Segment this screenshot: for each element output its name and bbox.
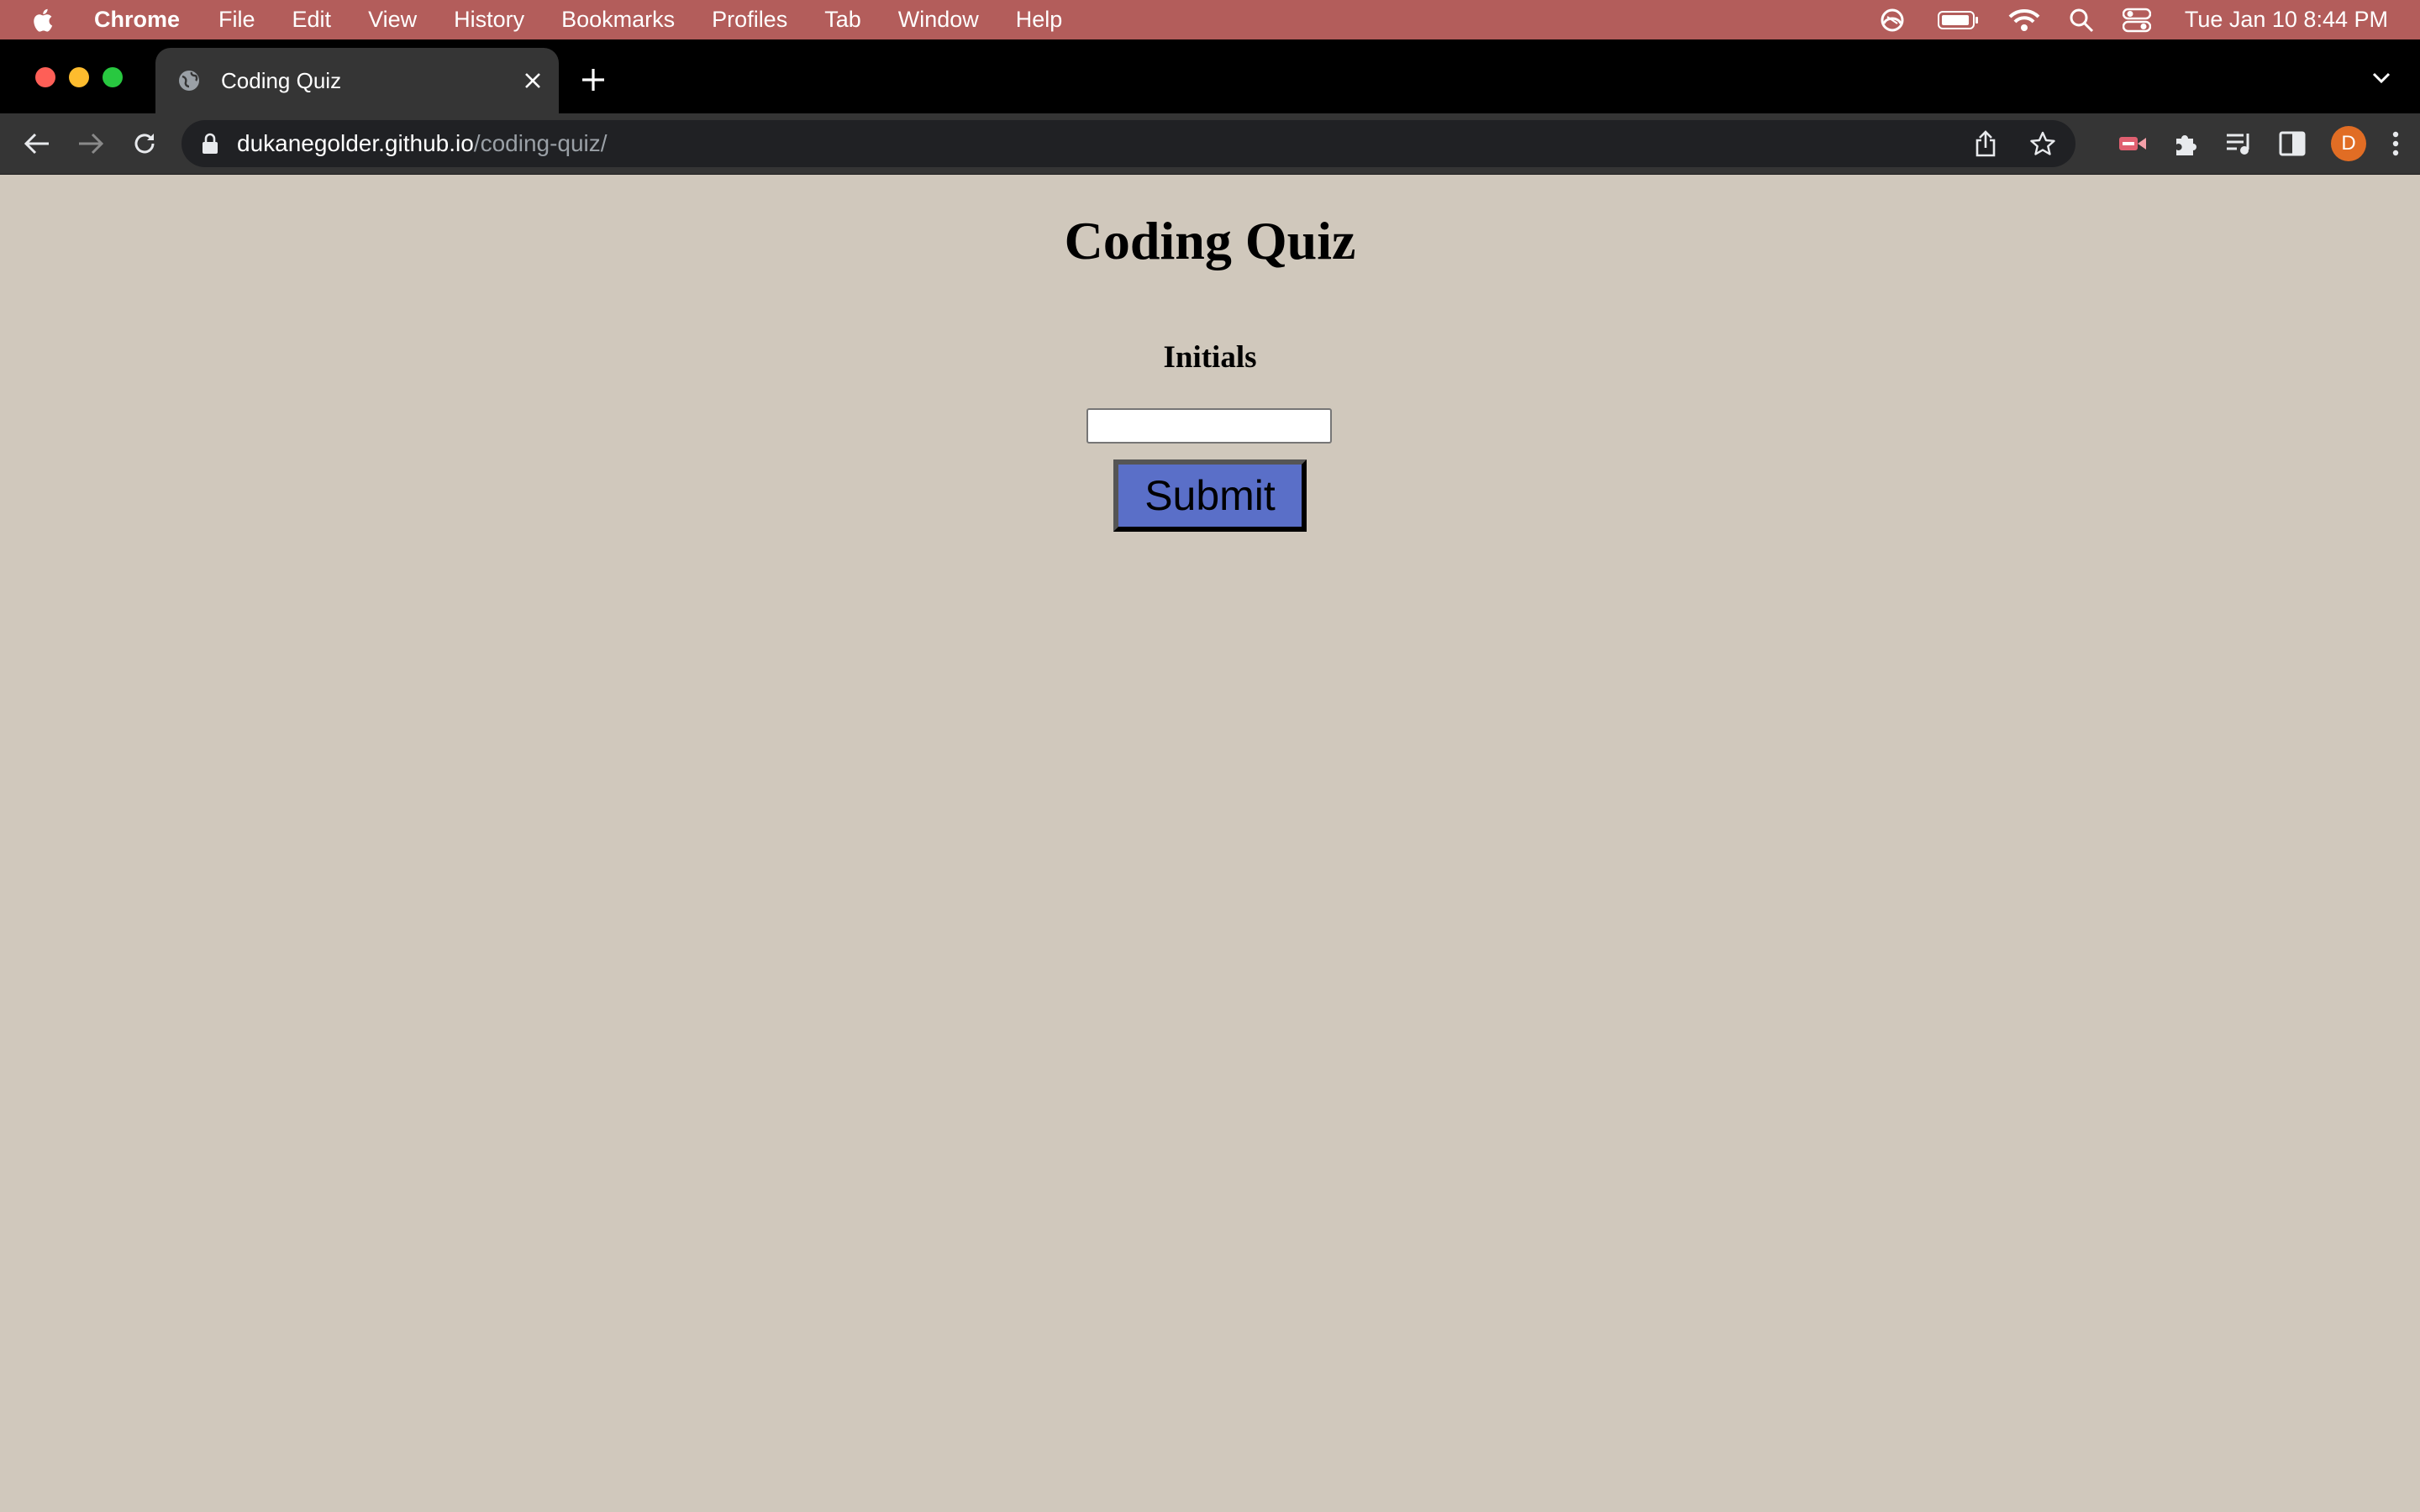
menubar-status-area: Tue Jan 10 8:44 PM: [1876, 0, 2388, 39]
address-bar[interactable]: dukanegolder.github.io/coding-quiz/: [182, 120, 2075, 167]
menu-edit[interactable]: Edit: [292, 7, 332, 33]
spotlight-search-icon[interactable]: [2069, 8, 2094, 33]
forward-arrow-icon[interactable]: [74, 129, 108, 159]
menu-file[interactable]: File: [218, 7, 255, 33]
tab-close-icon[interactable]: [523, 71, 542, 90]
url-host: dukanegolder.github.io: [237, 130, 474, 156]
menu-view[interactable]: View: [368, 7, 417, 33]
menu-app-chrome[interactable]: Chrome: [94, 7, 180, 33]
side-panel-icon[interactable]: [2279, 131, 2306, 156]
omnibox-actions: [1975, 120, 2055, 167]
menu-bar: Chrome File Edit View History Bookmarks …: [0, 0, 2420, 39]
browser-toolbar: dukanegolder.github.io/coding-quiz/ D: [0, 113, 2420, 175]
creative-cloud-icon[interactable]: [1876, 8, 1909, 33]
profile-avatar[interactable]: D: [2331, 126, 2366, 161]
tab-search-chevron-down-icon[interactable]: [2371, 70, 2391, 85]
toolbar-right-actions: D: [2118, 113, 2400, 174]
window-zoom-button[interactable]: [103, 67, 123, 87]
url-path: /coding-quiz/: [473, 130, 608, 156]
menu-profiles[interactable]: Profiles: [712, 7, 787, 33]
bookmark-star-icon[interactable]: [2030, 131, 2055, 156]
page-content: Coding Quiz Initials Submit: [0, 175, 2420, 1512]
tab-title: Coding Quiz: [221, 67, 342, 93]
new-tab-plus-icon[interactable]: [580, 66, 607, 93]
page-title: Coding Quiz: [1064, 211, 1356, 270]
window-close-button[interactable]: [35, 67, 55, 87]
url-text[interactable]: dukanegolder.github.io/coding-quiz/: [237, 130, 608, 157]
control-center-icon[interactable]: [2122, 8, 2151, 33]
tab-strip: Coding Quiz: [0, 39, 2420, 113]
globe-icon: [177, 69, 201, 92]
back-arrow-icon[interactable]: [20, 129, 54, 159]
menu-help[interactable]: Help: [1016, 7, 1063, 33]
more-menu-icon[interactable]: [2391, 130, 2400, 157]
initials-input[interactable]: [1086, 408, 1332, 444]
menubar-clock[interactable]: Tue Jan 10 8:44 PM: [2185, 7, 2388, 33]
menu-window[interactable]: Window: [898, 7, 979, 33]
share-icon[interactable]: [1975, 130, 1996, 157]
menu-bookmarks[interactable]: Bookmarks: [561, 7, 675, 33]
tab-coding-quiz[interactable]: Coding Quiz: [155, 48, 559, 113]
menu-tab[interactable]: Tab: [824, 7, 861, 33]
window-minimize-button[interactable]: [69, 67, 89, 87]
submit-button[interactable]: Submit: [1113, 459, 1307, 532]
lock-icon[interactable]: [202, 133, 218, 155]
menu-history[interactable]: History: [454, 7, 524, 33]
battery-icon[interactable]: [1937, 10, 1980, 30]
wifi-icon[interactable]: [2008, 8, 2040, 32]
extension-video-icon[interactable]: [2118, 132, 2148, 155]
reload-icon[interactable]: [128, 129, 161, 159]
apple-menu-icon[interactable]: [32, 6, 57, 34]
extensions-puzzle-icon[interactable]: [2173, 130, 2200, 157]
initials-label: Initials: [1163, 340, 1257, 375]
media-queue-icon[interactable]: [2225, 131, 2254, 156]
